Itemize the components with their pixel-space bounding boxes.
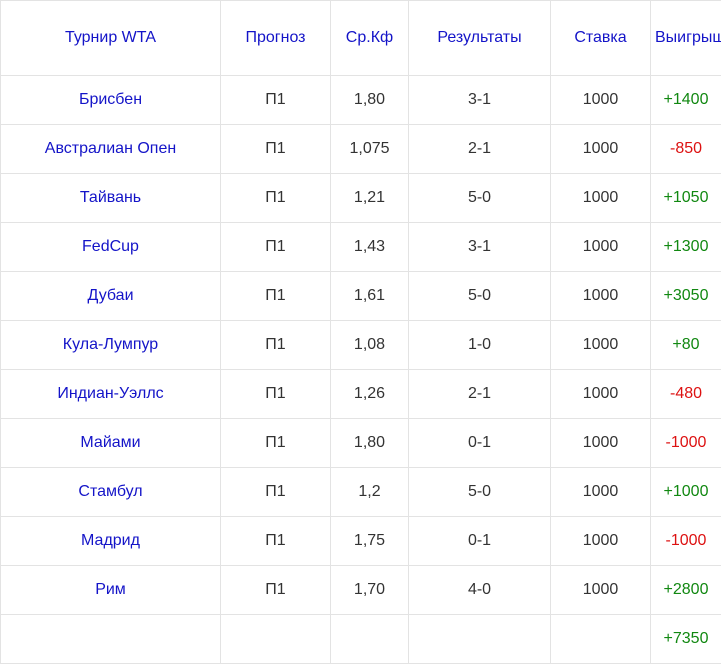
cell-tournament: Дубаи <box>0 271 221 321</box>
cell-win: +2800 <box>650 565 721 615</box>
empty-cell <box>220 614 331 664</box>
table-row: Рим П1 1,70 4-0 1000 +2800 <box>0 565 721 615</box>
table-row: Кула-Лумпур П1 1,08 1-0 1000 +80 <box>0 320 721 370</box>
cell-forecast: П1 <box>220 516 331 566</box>
header-odds: Ср.Кф <box>330 0 409 76</box>
cell-forecast: П1 <box>220 124 331 174</box>
header-results: Результаты <box>408 0 551 76</box>
cell-result: 5-0 <box>408 467 551 517</box>
cell-forecast: П1 <box>220 369 331 419</box>
cell-odds: 1,43 <box>330 222 409 272</box>
cell-win: +1000 <box>650 467 721 517</box>
cell-result: 0-1 <box>408 516 551 566</box>
table-row: Мадрид П1 1,75 0-1 1000 -1000 <box>0 516 721 566</box>
cell-win: -850 <box>650 124 721 174</box>
cell-stake: 1000 <box>550 173 651 223</box>
cell-forecast: П1 <box>220 173 331 223</box>
cell-tournament: Брисбен <box>0 75 221 125</box>
cell-stake: 1000 <box>550 75 651 125</box>
table-row: Брисбен П1 1,80 3-1 1000 +1400 <box>0 75 721 125</box>
cell-result: 4-0 <box>408 565 551 615</box>
cell-result: 2-1 <box>408 369 551 419</box>
cell-tournament: Стамбул <box>0 467 221 517</box>
table-row: Тайвань П1 1,21 5-0 1000 +1050 <box>0 173 721 223</box>
cell-stake: 1000 <box>550 124 651 174</box>
cell-odds: 1,80 <box>330 75 409 125</box>
table-row: Дубаи П1 1,61 5-0 1000 +3050 <box>0 271 721 321</box>
empty-cell <box>550 614 651 664</box>
cell-stake: 1000 <box>550 369 651 419</box>
total-win: +7350 <box>650 614 721 664</box>
empty-cell <box>408 614 551 664</box>
cell-stake: 1000 <box>550 320 651 370</box>
cell-tournament: Майами <box>0 418 221 468</box>
header-stake: Ставка <box>550 0 651 76</box>
wta-results-table: Турнир WTA Прогноз Ср.Кф Результаты Став… <box>0 0 721 664</box>
cell-tournament: Австралиан Опен <box>0 124 221 174</box>
cell-odds: 1,08 <box>330 320 409 370</box>
header-forecast: Прогноз <box>220 0 331 76</box>
cell-win: +1300 <box>650 222 721 272</box>
cell-tournament: Кула-Лумпур <box>0 320 221 370</box>
cell-result: 3-1 <box>408 222 551 272</box>
cell-tournament: Рим <box>0 565 221 615</box>
header-win: Выигрыш <box>650 0 721 76</box>
total-row: +7350 <box>0 614 721 664</box>
cell-win: +1050 <box>650 173 721 223</box>
cell-forecast: П1 <box>220 75 331 125</box>
cell-tournament: Тайвань <box>0 173 221 223</box>
cell-tournament: Мадрид <box>0 516 221 566</box>
cell-win: -1000 <box>650 516 721 566</box>
header-row: Турнир WTA Прогноз Ср.Кф Результаты Став… <box>0 0 721 76</box>
cell-stake: 1000 <box>550 271 651 321</box>
cell-forecast: П1 <box>220 271 331 321</box>
cell-win: -480 <box>650 369 721 419</box>
cell-forecast: П1 <box>220 222 331 272</box>
cell-odds: 1,61 <box>330 271 409 321</box>
cell-tournament: Индиан-Уэллс <box>0 369 221 419</box>
header-tournament: Турнир WTA <box>0 0 221 76</box>
cell-odds: 1,26 <box>330 369 409 419</box>
cell-stake: 1000 <box>550 222 651 272</box>
cell-odds: 1,75 <box>330 516 409 566</box>
cell-forecast: П1 <box>220 418 331 468</box>
cell-result: 1-0 <box>408 320 551 370</box>
cell-odds: 1,075 <box>330 124 409 174</box>
cell-stake: 1000 <box>550 418 651 468</box>
cell-stake: 1000 <box>550 565 651 615</box>
cell-odds: 1,80 <box>330 418 409 468</box>
table-row: Индиан-Уэллс П1 1,26 2-1 1000 -480 <box>0 369 721 419</box>
cell-win: +80 <box>650 320 721 370</box>
cell-win: +3050 <box>650 271 721 321</box>
table-row: Австралиан Опен П1 1,075 2-1 1000 -850 <box>0 124 721 174</box>
cell-win: -1000 <box>650 418 721 468</box>
table-row: FedCup П1 1,43 3-1 1000 +1300 <box>0 222 721 272</box>
cell-odds: 1,70 <box>330 565 409 615</box>
cell-odds: 1,21 <box>330 173 409 223</box>
cell-result: 0-1 <box>408 418 551 468</box>
cell-stake: 1000 <box>550 467 651 517</box>
empty-cell <box>330 614 409 664</box>
empty-cell <box>0 614 221 664</box>
cell-win: +1400 <box>650 75 721 125</box>
table-row: Майами П1 1,80 0-1 1000 -1000 <box>0 418 721 468</box>
cell-forecast: П1 <box>220 467 331 517</box>
cell-result: 5-0 <box>408 173 551 223</box>
cell-odds: 1,2 <box>330 467 409 517</box>
cell-forecast: П1 <box>220 320 331 370</box>
cell-tournament: FedCup <box>0 222 221 272</box>
cell-stake: 1000 <box>550 516 651 566</box>
cell-result: 5-0 <box>408 271 551 321</box>
cell-result: 2-1 <box>408 124 551 174</box>
cell-result: 3-1 <box>408 75 551 125</box>
cell-forecast: П1 <box>220 565 331 615</box>
table-row: Стамбул П1 1,2 5-0 1000 +1000 <box>0 467 721 517</box>
